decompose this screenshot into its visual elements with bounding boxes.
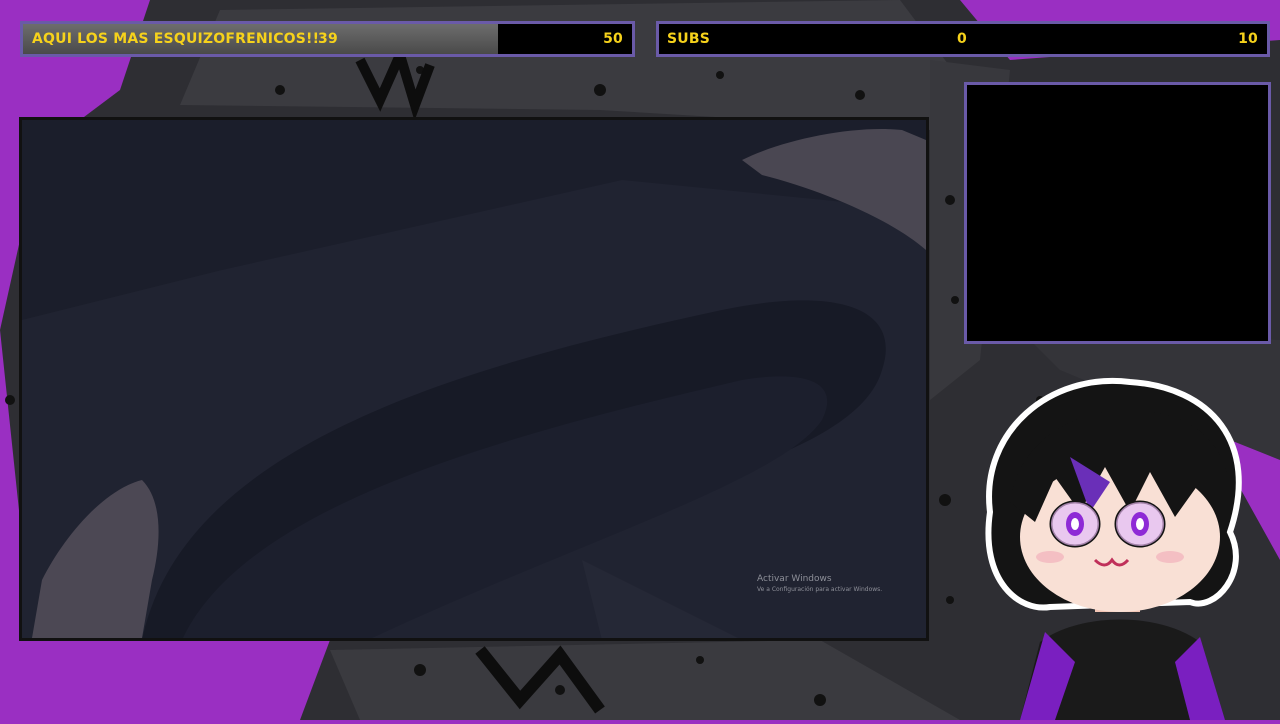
follower-goal-current: 39	[318, 31, 338, 47]
subs-goal-target: 10	[1238, 31, 1258, 47]
subs-goal-current: 0	[957, 31, 967, 47]
game-capture-frame: Activar Windows Ve a Configuración para …	[19, 117, 929, 641]
watermark-subtitle: Ve a Configuración para activar Windows.	[757, 586, 883, 593]
subs-goal-label: SUBS	[667, 31, 711, 47]
subs-goal-bar: SUBS 0 10	[656, 21, 1270, 57]
vtuber-avatar	[960, 362, 1280, 720]
watermark-title: Activar Windows	[757, 574, 832, 584]
follower-goal-target: 50	[603, 31, 623, 47]
game-capture-scene	[22, 120, 926, 638]
webcam-frame	[964, 82, 1271, 344]
avatar-illustration	[985, 377, 1242, 720]
windows-activation-watermark: Activar Windows Ve a Configuración para …	[757, 574, 882, 593]
follower-goal-label: AQUI LOS MAS ESQUIZOFRENICOS!!	[32, 31, 320, 47]
follower-goal-bar: AQUI LOS MAS ESQUIZOFRENICOS!! 39 50	[20, 21, 635, 57]
